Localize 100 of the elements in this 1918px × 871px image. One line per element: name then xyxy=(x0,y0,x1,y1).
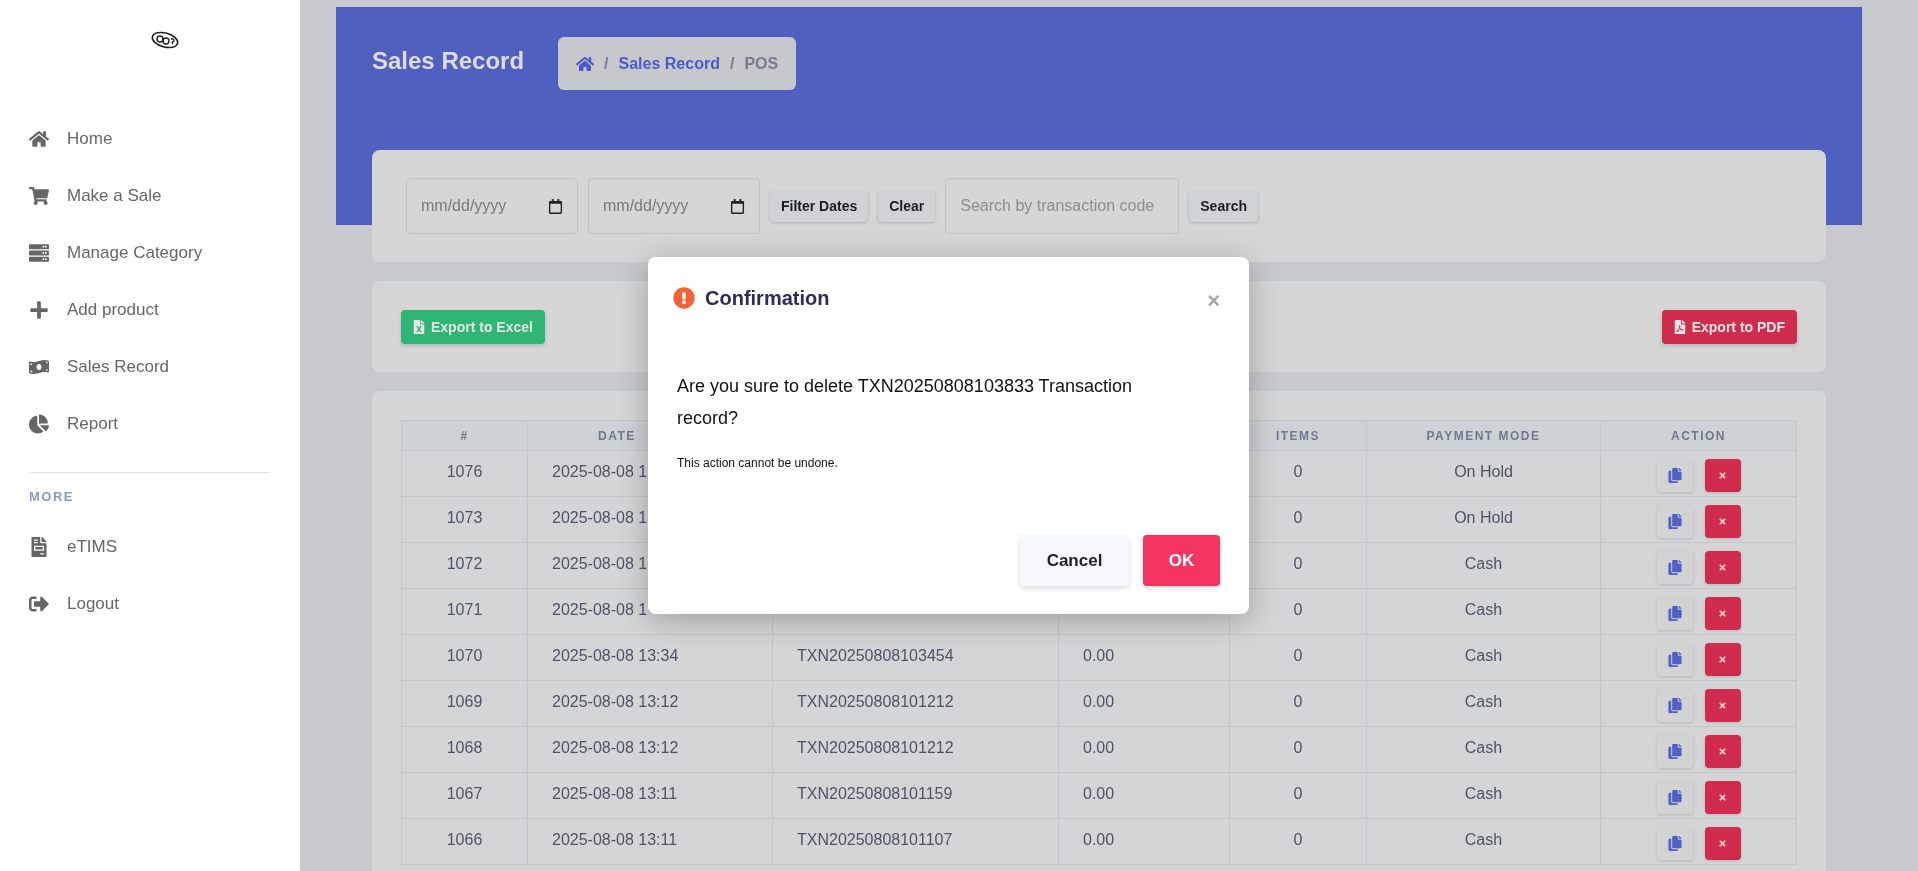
column-header: # xyxy=(401,420,528,451)
spreadsheet-file-icon xyxy=(413,319,425,334)
section-title: MORE xyxy=(29,489,75,504)
delete-button[interactable] xyxy=(1704,504,1741,538)
export-pdf-button[interactable]: Export to PDF xyxy=(1661,309,1797,344)
delete-button[interactable] xyxy=(1704,688,1741,722)
table-cell: 1072 xyxy=(401,542,528,589)
copy-icon xyxy=(1667,789,1682,805)
delete-button[interactable] xyxy=(1704,642,1741,676)
search-field[interactable]: Search by transaction code xyxy=(945,178,1180,234)
close-icon xyxy=(1718,562,1727,572)
copy-button[interactable] xyxy=(1656,596,1693,630)
table-cell: 2025-08-08 13:12 xyxy=(527,726,773,773)
table-cell: 0.00 xyxy=(1058,818,1230,865)
close-icon xyxy=(1718,792,1727,802)
sidebar-item[interactable]: Manage Category xyxy=(29,224,271,281)
table-cell: On Hold xyxy=(1366,496,1601,543)
sidebar-item-icon xyxy=(29,299,49,320)
sidebar-item[interactable]: Report xyxy=(29,395,271,452)
date-field[interactable]: mm/dd/yyyy xyxy=(588,178,760,234)
table-cell: 2025-08-08 13:11 xyxy=(527,818,773,865)
copy-icon xyxy=(1667,651,1682,667)
table-cell: TXN20250808101107 xyxy=(772,818,1059,865)
sidebar-item[interactable]: eTIMS xyxy=(29,518,271,575)
sidebar-item[interactable]: Add product xyxy=(29,281,271,338)
table-cell: Cash xyxy=(1366,634,1601,681)
page-title: Sales Record xyxy=(372,47,525,75)
sidebar-item-icon xyxy=(29,128,49,149)
table-cell: TXN20250808101212 xyxy=(772,726,1059,773)
delete-button[interactable] xyxy=(1704,734,1741,768)
delete-button[interactable] xyxy=(1704,596,1741,630)
table-cell: TXN20250808101212 xyxy=(772,680,1059,727)
breadcrumb-separator: / xyxy=(729,54,735,73)
delete-button[interactable] xyxy=(1704,780,1741,814)
cancel-button[interactable]: Cancel xyxy=(1020,535,1129,586)
table-cell: Cash xyxy=(1366,680,1601,727)
column-header: ACTION xyxy=(1600,420,1797,451)
table-cell: 1069 xyxy=(401,680,528,727)
search-button[interactable]: Search xyxy=(1189,190,1258,222)
copy-button[interactable] xyxy=(1656,458,1693,492)
table-cell: 1068 xyxy=(401,726,528,773)
sidebar-item-icon xyxy=(29,413,49,434)
sidebar-item[interactable]: Home xyxy=(29,110,271,167)
copy-icon xyxy=(1667,605,1682,621)
table-cell: TXN20250808101159 xyxy=(772,772,1059,819)
date-field[interactable]: mm/dd/yyyy xyxy=(406,178,578,234)
pdf-file-icon xyxy=(1673,319,1686,334)
copy-button[interactable] xyxy=(1656,688,1693,722)
table-cell: Cash xyxy=(1366,542,1601,589)
close-icon xyxy=(1718,654,1727,664)
sidebar-item-icon xyxy=(29,242,49,263)
copy-button[interactable] xyxy=(1656,504,1693,538)
copy-button[interactable] xyxy=(1656,550,1693,584)
table-cell: 1067 xyxy=(401,772,528,819)
copy-button[interactable] xyxy=(1656,734,1693,768)
table-cell: 0.00 xyxy=(1058,772,1230,819)
table-cell: 0 xyxy=(1229,680,1367,727)
breadcrumb-link[interactable]: Sales Record xyxy=(618,54,720,73)
sidebar-item[interactable]: Make a Sale xyxy=(29,167,271,224)
table-cell: TXN20250808103454 xyxy=(772,634,1059,681)
table-cell: 1076 xyxy=(401,450,528,497)
table-cell: 0.00 xyxy=(1058,726,1230,773)
table-cell: Cash xyxy=(1366,818,1601,865)
table-cell: 0.00 xyxy=(1058,680,1230,727)
breadcrumb-current: POS xyxy=(744,54,779,73)
sidebar-item-icon xyxy=(29,536,49,557)
table-cell: 0 xyxy=(1229,818,1367,865)
table-cell: 2025-08-08 13:12 xyxy=(527,680,773,727)
copy-icon xyxy=(1667,835,1682,851)
close-icon xyxy=(1718,838,1727,848)
close-icon xyxy=(1718,746,1727,756)
copy-icon xyxy=(1667,513,1682,529)
copy-button[interactable] xyxy=(1656,642,1693,676)
table-cell: 1071 xyxy=(401,588,528,635)
delete-button[interactable] xyxy=(1704,458,1741,492)
delete-button[interactable] xyxy=(1704,826,1741,860)
sidebar-item[interactable]: Sales Record xyxy=(29,338,271,395)
warning-icon xyxy=(673,287,695,309)
table-cell: Cash xyxy=(1366,772,1601,819)
sidebar-item[interactable]: Logout xyxy=(29,575,271,632)
table-cell: On Hold xyxy=(1366,450,1601,497)
copy-icon xyxy=(1667,467,1682,483)
logo-icon xyxy=(150,30,180,50)
calendar-icon[interactable] xyxy=(548,198,563,214)
table-cell: 1070 xyxy=(401,634,528,681)
copy-button[interactable] xyxy=(1656,780,1693,814)
table-cell: 0 xyxy=(1229,634,1367,681)
copy-button[interactable] xyxy=(1656,826,1693,860)
home-icon[interactable] xyxy=(576,54,595,73)
filter-dates-button[interactable]: Filter Dates xyxy=(770,190,869,222)
table-cell: 1066 xyxy=(401,818,528,865)
calendar-icon[interactable] xyxy=(730,198,745,214)
table-cell: 2025-08-08 13:34 xyxy=(527,634,773,681)
copy-icon xyxy=(1667,743,1682,759)
table-cell: Cash xyxy=(1366,726,1601,773)
table-cell: Cash xyxy=(1366,588,1601,635)
clear-button[interactable]: Clear xyxy=(878,190,936,222)
delete-button[interactable] xyxy=(1704,550,1741,584)
ok-button[interactable]: OK xyxy=(1143,535,1220,586)
table-cell: 1073 xyxy=(401,496,528,543)
